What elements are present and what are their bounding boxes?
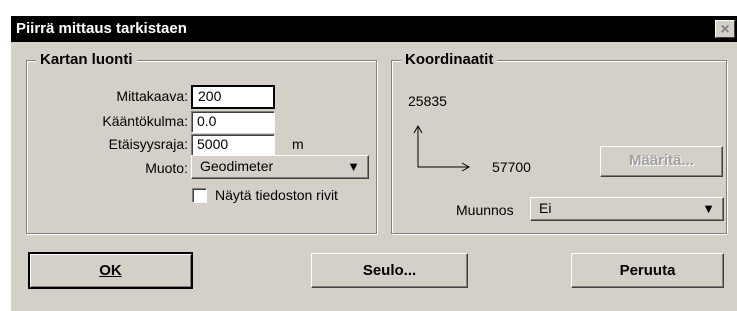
etaisyysraja-label: Etäisyysraja:	[108, 136, 188, 152]
etaisyysraja-unit: m	[292, 136, 304, 152]
kaantokulma-label: Kääntökulma:	[102, 113, 188, 129]
kaantokulma-input[interactable]: 0.0	[191, 111, 275, 133]
peruuta-button[interactable]: Peruuta	[571, 253, 724, 288]
dialog-window: Piirrä mittaus tarkistaen × Kartan luont…	[11, 16, 737, 311]
ok-button[interactable]: OK	[28, 252, 193, 289]
muunnos-select[interactable]: Ei ▼	[530, 197, 724, 221]
x-coordinate-value: 57700	[492, 159, 531, 175]
dropdown-arrow-icon: ▼	[347, 159, 360, 174]
muoto-value: Geodimeter	[200, 158, 274, 174]
nayta-rivit-checkbox[interactable]	[192, 188, 207, 203]
window-title: Piirrä mittaus tarkistaen	[16, 20, 187, 37]
dropdown-arrow-icon: ▼	[702, 201, 715, 216]
koordinaatit-legend: Koordinaatit	[401, 51, 498, 68]
mittakaava-input[interactable]: 200	[191, 85, 275, 109]
nayta-rivit-label[interactable]: Näytä tiedoston rivit	[215, 187, 338, 203]
muoto-label: Muoto:	[145, 160, 188, 176]
kartan-luonti-group: Kartan luonti Mittakaava: 200 Kääntökulm…	[26, 51, 377, 234]
maarita-button[interactable]: Määritä...	[600, 146, 723, 177]
axis-arrows-icon	[413, 124, 471, 172]
seulo-button[interactable]: Seulo...	[311, 253, 468, 288]
koordinaatit-group: Koordinaatit 25835 57700 Määritä... Muun…	[391, 51, 727, 234]
muunnos-value: Ei	[539, 200, 552, 216]
close-button[interactable]: ×	[715, 20, 735, 38]
muunnos-label: Muunnos	[456, 202, 514, 218]
muoto-select[interactable]: Geodimeter ▼	[191, 155, 369, 179]
mittakaava-label: Mittakaava:	[116, 88, 188, 104]
title-bar: Piirrä mittaus tarkistaen ×	[11, 16, 737, 42]
kartan-luonti-legend: Kartan luonti	[36, 51, 137, 68]
y-coordinate-value: 25835	[408, 93, 447, 109]
etaisyysraja-input[interactable]: 5000	[191, 134, 275, 156]
ok-button-label: OK	[99, 262, 122, 279]
